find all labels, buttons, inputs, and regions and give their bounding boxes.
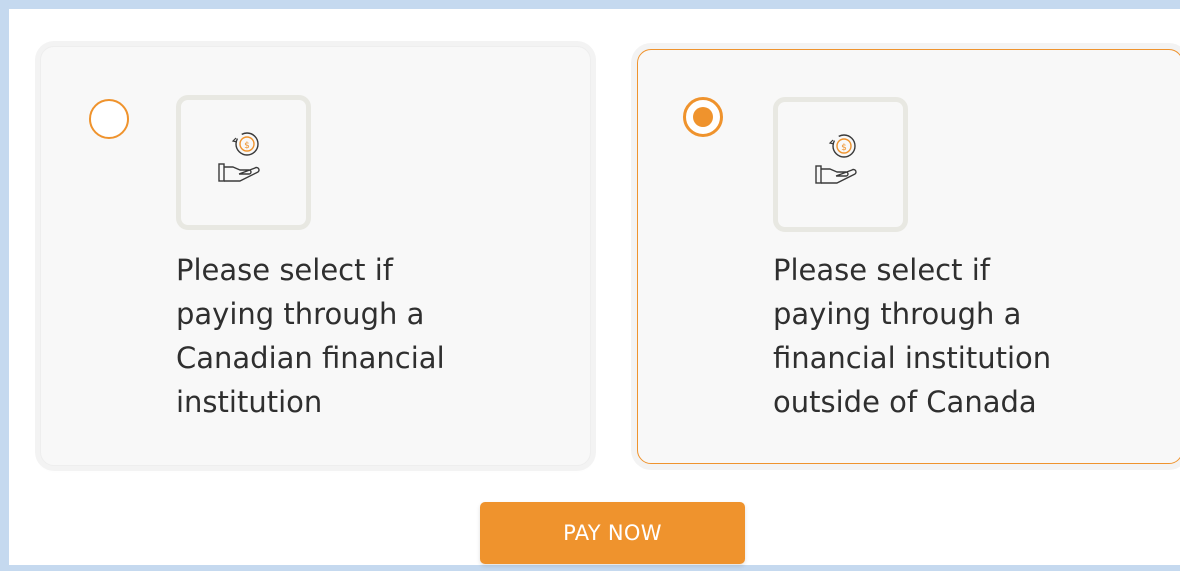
option-label-line: paying through a (773, 297, 1022, 331)
option-label-line: Please select if (773, 253, 990, 287)
icon-container: $ (176, 95, 311, 230)
option-label-line: Please select if (176, 253, 393, 287)
radio-selected-dot (693, 107, 713, 127)
option-label-line: outside of Canada (773, 385, 1037, 419)
payment-option-canadian[interactable]: $ Please select if paying through a Cana… (40, 46, 591, 466)
radio-button-unselected[interactable] (89, 99, 129, 139)
option-label-line: Canadian financial (176, 341, 445, 375)
option-label-line: financial institution (773, 341, 1052, 375)
icon-container: $ (773, 97, 908, 232)
radio-button-selected[interactable] (683, 97, 723, 137)
option-label: Please select if paying through a financ… (773, 248, 1153, 424)
page-frame: $ Please select if paying through a Cana… (0, 0, 1180, 571)
pay-now-button[interactable]: PAY NOW (480, 502, 745, 564)
option-label-line: institution (176, 385, 323, 419)
payment-option-outside-canada[interactable]: $ Please select if paying through a fina… (637, 49, 1180, 464)
option-label: Please select if paying through a Canadi… (176, 248, 556, 424)
hand-coin-icon: $ (218, 132, 260, 182)
svg-text:$: $ (244, 141, 250, 151)
hand-coin-icon: $ (815, 134, 857, 184)
option-label-line: paying through a (176, 297, 425, 331)
svg-text:$: $ (841, 143, 847, 153)
